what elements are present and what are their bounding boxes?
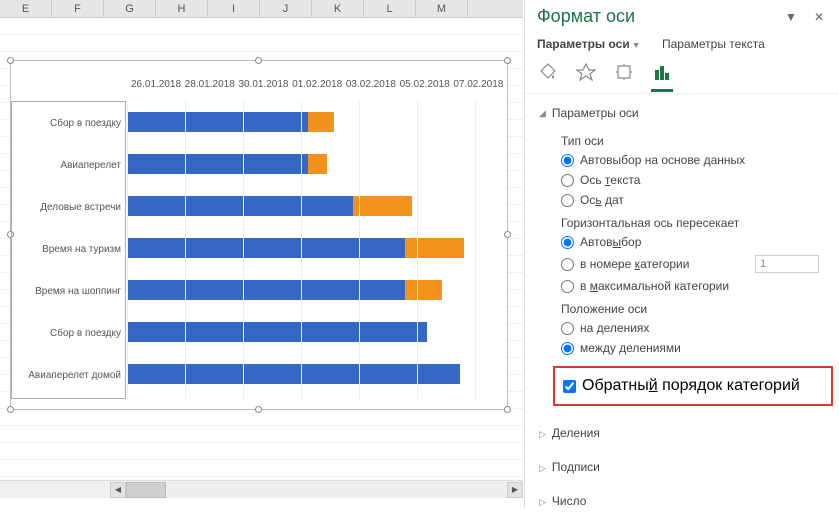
checkbox-reverse-order-label: Обратный порядок категорий bbox=[582, 377, 800, 395]
horizontal-scrollbar[interactable]: ◀ ▶ bbox=[0, 480, 523, 498]
column-header[interactable]: F bbox=[52, 0, 104, 17]
radio-max-category[interactable] bbox=[561, 280, 574, 293]
scroll-right-button[interactable]: ▶ bbox=[507, 482, 523, 498]
section-divisions[interactable]: Деления bbox=[539, 422, 825, 444]
bar-segment-blue[interactable] bbox=[127, 280, 405, 300]
tab-text-params[interactable]: Параметры текста bbox=[662, 37, 765, 51]
x-axis-tick: 30.01.2018 bbox=[238, 79, 292, 90]
scroll-left-button[interactable]: ◀ bbox=[110, 482, 126, 498]
column-header[interactable]: E bbox=[0, 0, 52, 17]
resize-handle[interactable] bbox=[504, 57, 511, 64]
fill-icon[interactable] bbox=[537, 61, 559, 83]
resize-handle[interactable] bbox=[504, 231, 511, 238]
radio-max-category-label: в максимальной категории bbox=[580, 279, 729, 293]
resize-handle[interactable] bbox=[7, 57, 14, 64]
resize-handle[interactable] bbox=[504, 406, 511, 413]
gantt-chart[interactable]: 26.01.201828.01.201830.01.201801.02.2018… bbox=[10, 60, 508, 410]
x-axis-tick: 28.01.2018 bbox=[185, 79, 239, 90]
radio-text-axis[interactable] bbox=[561, 174, 574, 187]
h-axis-crosses-label: Горизонтальная ось пересекает bbox=[561, 210, 825, 232]
radio-auto-data[interactable] bbox=[561, 154, 574, 167]
y-axis-label: Авиаперелет домой bbox=[12, 354, 125, 396]
bar-segment-orange[interactable] bbox=[353, 196, 412, 216]
column-headers: EFGHIJKLM bbox=[0, 0, 523, 18]
section-number[interactable]: Число bbox=[539, 490, 825, 512]
chart-y-axis[interactable]: Сбор в поездкуАвиаперелетДеловые встречи… bbox=[11, 101, 126, 399]
radio-auto-cross[interactable] bbox=[561, 236, 574, 249]
bar-segment-orange[interactable] bbox=[308, 154, 327, 174]
bar-segment-blue[interactable] bbox=[127, 196, 353, 216]
axis-type-label: Тип оси bbox=[561, 128, 825, 150]
section-labels[interactable]: Подписи bbox=[539, 456, 825, 478]
y-axis-label: Авиаперелет bbox=[12, 144, 125, 186]
chart-bars[interactable] bbox=[127, 101, 497, 399]
highlighted-option: Обратный порядок категорий bbox=[553, 366, 833, 406]
bar-row[interactable] bbox=[127, 227, 497, 269]
column-header[interactable]: J bbox=[260, 0, 312, 17]
panel-close-icon[interactable]: ✕ bbox=[811, 9, 827, 25]
x-axis-tick: 26.01.2018 bbox=[131, 79, 185, 90]
x-axis-tick: 05.02.2018 bbox=[400, 79, 454, 90]
column-header[interactable]: I bbox=[208, 0, 260, 17]
bar-segment-orange[interactable] bbox=[308, 112, 334, 132]
bar-row[interactable] bbox=[127, 143, 497, 185]
radio-category-number-label: в номере категории bbox=[580, 257, 689, 271]
radio-category-number[interactable] bbox=[561, 258, 574, 271]
bar-row[interactable] bbox=[127, 353, 497, 395]
radio-between-ticks[interactable] bbox=[561, 342, 574, 355]
radio-auto-cross-label: Автовыбор bbox=[580, 235, 641, 249]
column-header[interactable]: K bbox=[312, 0, 364, 17]
format-axis-panel: Формат оси ▼ ✕ Параметры оси▼ Параметры … bbox=[524, 0, 839, 508]
x-axis-tick: 01.02.2018 bbox=[292, 79, 346, 90]
tab-axis-params[interactable]: Параметры оси▼ bbox=[537, 37, 641, 51]
bar-row[interactable] bbox=[127, 311, 497, 353]
y-axis-label: Сбор в поездку bbox=[12, 102, 125, 144]
x-axis-tick: 07.02.2018 bbox=[453, 79, 507, 90]
resize-handle[interactable] bbox=[255, 406, 262, 413]
chart-x-axis[interactable]: 26.01.201828.01.201830.01.201801.02.2018… bbox=[131, 79, 507, 90]
panel-options-icon[interactable]: ▼ bbox=[783, 9, 799, 25]
checkbox-reverse-order[interactable] bbox=[563, 380, 576, 393]
chart-plot-area[interactable]: Сбор в поездкуАвиаперелетДеловые встречи… bbox=[11, 101, 497, 399]
column-header[interactable]: L bbox=[364, 0, 416, 17]
x-axis-tick: 03.02.2018 bbox=[346, 79, 400, 90]
section-axis-options[interactable]: Параметры оси bbox=[539, 102, 825, 124]
radio-auto-data-label: Автовыбор на основе данных bbox=[580, 153, 745, 167]
bar-segment-blue[interactable] bbox=[127, 364, 460, 384]
axis-options-icon[interactable] bbox=[651, 61, 673, 83]
bar-row[interactable] bbox=[127, 185, 497, 227]
bar-segment-orange[interactable] bbox=[405, 280, 442, 300]
radio-on-ticks[interactable] bbox=[561, 322, 574, 335]
y-axis-label: Время на туризм bbox=[12, 228, 125, 270]
resize-handle[interactable] bbox=[7, 406, 14, 413]
bar-row[interactable] bbox=[127, 269, 497, 311]
column-header[interactable]: H bbox=[156, 0, 208, 17]
y-axis-label: Деловые встречи bbox=[12, 186, 125, 228]
radio-text-axis-label: Ось текста bbox=[580, 173, 640, 187]
y-axis-label: Сбор в поездку bbox=[12, 312, 125, 354]
resize-handle[interactable] bbox=[255, 57, 262, 64]
scroll-track[interactable] bbox=[126, 482, 507, 498]
scroll-thumb[interactable] bbox=[126, 482, 166, 498]
bar-segment-blue[interactable] bbox=[127, 322, 427, 342]
panel-title: Формат оси bbox=[537, 6, 771, 27]
category-number-input[interactable] bbox=[755, 255, 819, 273]
radio-date-axis[interactable] bbox=[561, 194, 574, 207]
size-icon[interactable] bbox=[613, 61, 635, 83]
radio-on-ticks-label: на делениях bbox=[580, 321, 649, 335]
radio-between-ticks-label: между делениями bbox=[580, 341, 681, 355]
y-axis-label: Время на шоппинг bbox=[12, 270, 125, 312]
bar-segment-blue[interactable] bbox=[127, 112, 308, 132]
bar-segment-blue[interactable] bbox=[127, 238, 405, 258]
effects-icon[interactable] bbox=[575, 61, 597, 83]
radio-date-axis-label: Ось дат bbox=[580, 193, 624, 207]
bar-segment-blue[interactable] bbox=[127, 154, 308, 174]
bar-row[interactable] bbox=[127, 101, 497, 143]
panel-icon-tabs bbox=[525, 51, 839, 94]
bar-segment-orange[interactable] bbox=[405, 238, 464, 258]
column-header[interactable]: M bbox=[416, 0, 468, 17]
column-header[interactable]: G bbox=[104, 0, 156, 17]
axis-position-label: Положение оси bbox=[561, 296, 825, 318]
